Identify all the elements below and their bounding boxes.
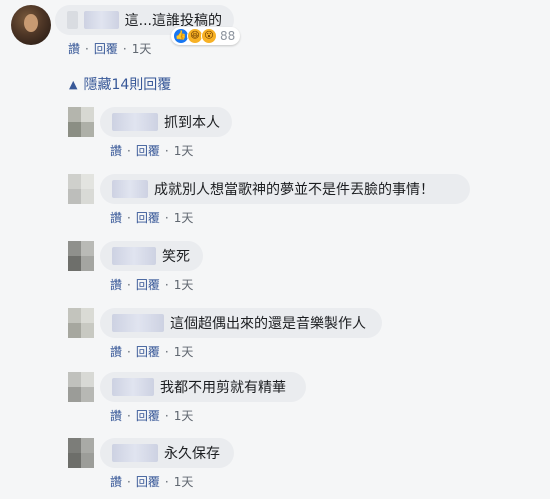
reply-bubble: 成就別人想當歌神的夢並不是件丟臉的事情！ (100, 174, 470, 204)
avatar[interactable] (11, 5, 51, 45)
author-name-blurred[interactable] (112, 180, 148, 198)
like-link[interactable]: 讚 (110, 343, 122, 360)
reply-bubble: 這個超偶出來的還是音樂製作人 (100, 308, 382, 338)
reply-link[interactable]: 回覆 (94, 40, 118, 57)
reply-text: 笑死 (162, 249, 190, 265)
reply-bubble: 笑死 (100, 241, 203, 271)
author-name-blurred[interactable] (112, 247, 156, 265)
reply-text: 抓到本人 (164, 115, 220, 131)
avatar-face (24, 14, 38, 32)
timestamp[interactable]: 1天 (174, 473, 194, 490)
reply-text: 永久保存 (164, 446, 220, 462)
author-name-blurred[interactable] (112, 314, 164, 332)
like-link[interactable]: 讚 (110, 407, 122, 424)
avatar[interactable] (68, 372, 94, 402)
timestamp[interactable]: 1天 (174, 142, 194, 159)
reply-link[interactable]: 回覆 (136, 473, 160, 490)
like-link[interactable]: 讚 (68, 40, 80, 57)
reactions-summary[interactable]: 👍 😆 😮 88 (171, 27, 241, 45)
reply-actions: 讚 · 回覆 · 1天 (110, 209, 194, 226)
separator-dot: · (122, 41, 127, 56)
reply-bubble: 抓到本人 (100, 107, 232, 137)
reaction-count: 88 (220, 29, 236, 43)
timestamp[interactable]: 1天 (132, 40, 152, 57)
wow-reaction-icon: 😮 (201, 28, 217, 44)
reply-actions: 讚 · 回覆 · 1天 (110, 276, 194, 293)
reply-bubble: 永久保存 (100, 438, 234, 468)
reply-link[interactable]: 回覆 (136, 407, 160, 424)
avatar[interactable] (68, 438, 94, 468)
timestamp[interactable]: 1天 (174, 209, 194, 226)
reply-text: 這個超偶出來的還是音樂製作人 (170, 316, 366, 332)
chevron-up-icon: ▲ (69, 77, 78, 91)
timestamp[interactable]: 1天 (174, 276, 194, 293)
avatar[interactable] (68, 174, 94, 204)
reply-link[interactable]: 回覆 (136, 276, 160, 293)
author-name-blurred[interactable] (112, 444, 158, 462)
reply-actions: 讚 · 回覆 · 1天 (110, 142, 194, 159)
reply-text: 成就別人想當歌神的夢並不是件丟臉的事情！ (154, 182, 434, 198)
timestamp[interactable]: 1天 (174, 343, 194, 360)
reply-bubble: 我都不用剪就有精華 (100, 372, 306, 402)
author-name-blurred[interactable] (84, 11, 119, 29)
like-link[interactable]: 讚 (110, 209, 122, 226)
reply-link[interactable]: 回覆 (136, 343, 160, 360)
comment-actions: 讚 · 回覆 · 1天 (68, 40, 151, 57)
author-name-blurred[interactable] (67, 11, 79, 29)
reply-actions: 讚 · 回覆 · 1天 (110, 473, 194, 490)
reply-actions: 讚 · 回覆 · 1天 (110, 407, 194, 424)
author-name-blurred[interactable] (112, 378, 154, 396)
like-link[interactable]: 讚 (110, 473, 122, 490)
avatar[interactable] (68, 241, 94, 271)
hidden-replies-label: 隱藏14則回覆 (83, 77, 172, 93)
reply-link[interactable]: 回覆 (136, 209, 160, 226)
reply-actions: 讚 · 回覆 · 1天 (110, 343, 194, 360)
reply-text: 我都不用剪就有精華 (160, 380, 286, 396)
timestamp[interactable]: 1天 (174, 407, 194, 424)
avatar[interactable] (68, 107, 94, 137)
like-link[interactable]: 讚 (110, 142, 122, 159)
show-hidden-replies-link[interactable]: ▲ 隱藏14則回覆 (69, 74, 171, 94)
like-link[interactable]: 讚 (110, 276, 122, 293)
avatar[interactable] (68, 308, 94, 338)
separator-dot: · (85, 41, 89, 56)
reply-link[interactable]: 回覆 (136, 142, 160, 159)
author-name-blurred[interactable] (112, 113, 158, 131)
comment-thread: 這...這誰投稿的 👍 😆 😮 88 讚 · 回覆 · 1天 ▲ 隱藏14則回覆… (0, 0, 550, 499)
